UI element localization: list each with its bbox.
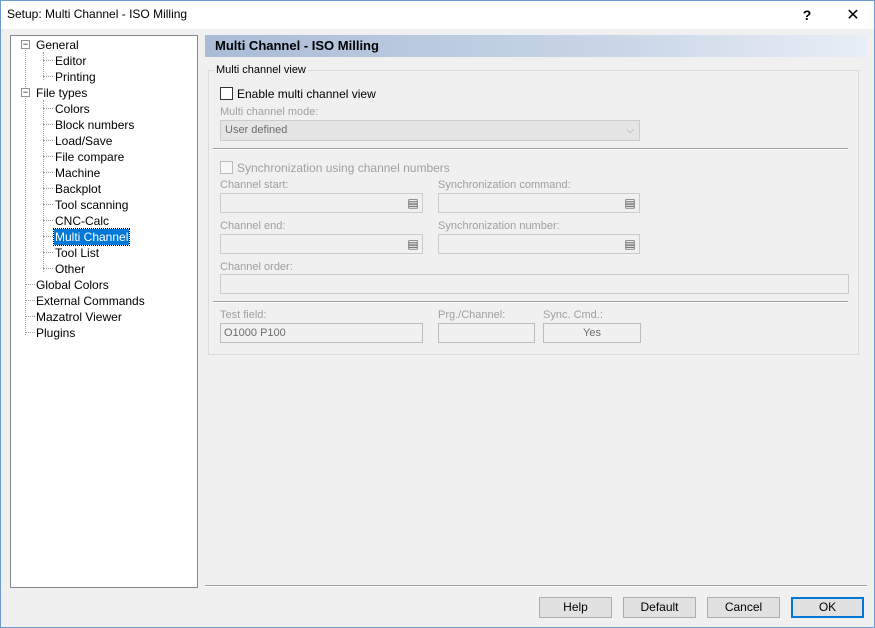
help-button[interactable]: Help — [539, 597, 612, 618]
tree-line — [43, 252, 53, 253]
tree-item-load-save[interactable]: Load/Save — [54, 133, 113, 149]
ok-button[interactable]: OK — [791, 597, 864, 618]
tree-item-colors[interactable]: Colors — [54, 101, 91, 117]
tree-item-cnc-calc[interactable]: CNC-Calc — [54, 213, 110, 229]
tree-line — [43, 268, 53, 269]
tree-line — [43, 76, 53, 77]
channel-start-field: ▤ — [220, 193, 423, 213]
tree-line — [43, 108, 53, 109]
cancel-button[interactable]: Cancel — [707, 597, 780, 618]
sync-command-field: ▤ — [438, 193, 640, 213]
tree-item-block-numbers[interactable]: Block numbers — [54, 117, 135, 133]
sync-number-field: ▤ — [438, 234, 640, 254]
title-bar: Setup: Multi Channel - ISO Milling ? ✕ — [1, 1, 874, 29]
tree-item-editor[interactable]: Editor — [54, 53, 87, 69]
tree-item-general[interactable]: General — [35, 37, 80, 53]
panel-title: Multi Channel - ISO Milling — [205, 35, 867, 57]
close-icon[interactable]: ✕ — [833, 1, 873, 29]
tree-item-file-types[interactable]: File types — [35, 85, 88, 101]
channel-order-label: Channel order: — [220, 261, 293, 273]
tree-line — [43, 204, 53, 205]
tree-line — [43, 172, 53, 173]
channel-start-label: Channel start: — [220, 179, 289, 191]
chevron-down-icon: ⌵ — [626, 125, 634, 136]
prg-channel-label: Prg./Channel: — [438, 309, 506, 321]
tree-line — [25, 284, 35, 285]
sync-command-label: Synchronization command: — [438, 179, 571, 191]
enable-multi-channel-label[interactable]: Enable multi channel view — [237, 87, 376, 101]
tree-item-plugins[interactable]: Plugins — [35, 325, 76, 341]
help-icon[interactable]: ? — [787, 1, 827, 29]
channel-order-field — [220, 274, 849, 294]
window-title: Setup: Multi Channel - ISO Milling — [7, 7, 188, 21]
separator — [213, 301, 848, 303]
edit-list-icon: ▤ — [407, 237, 419, 251]
sync-cmd-value: Yes — [583, 327, 601, 339]
tree-line — [43, 124, 53, 125]
tree-item-backplot[interactable]: Backplot — [54, 181, 102, 197]
sync-channel-label: Synchronization using channel numbers — [237, 161, 450, 175]
collapse-icon[interactable]: − — [21, 40, 30, 49]
tree-item-tool-scanning[interactable]: Tool scanning — [54, 197, 129, 213]
group-label: Multi channel view — [214, 64, 308, 76]
setup-dialog: Setup: Multi Channel - ISO Milling ? ✕ −… — [0, 0, 875, 628]
tree-line — [25, 332, 35, 333]
tree-line — [25, 316, 35, 317]
tree-item-multi-channel[interactable]: Multi Channel — [52, 228, 131, 246]
tree-line — [43, 60, 53, 61]
tree-item-printing[interactable]: Printing — [54, 69, 97, 85]
sync-cmd-field: Yes — [543, 323, 641, 343]
prg-channel-field — [438, 323, 535, 343]
mode-select: User defined ⌵ — [220, 120, 640, 141]
sync-cmd-label: Sync. Cmd.: — [543, 309, 603, 321]
tree-item-tool-list[interactable]: Tool List — [54, 245, 100, 261]
enable-multi-channel-checkbox[interactable] — [220, 87, 233, 100]
mode-select-value: User defined — [225, 124, 288, 136]
separator — [213, 148, 848, 150]
tree-line — [43, 188, 53, 189]
tree-item-file-compare[interactable]: File compare — [54, 149, 125, 165]
tree-item-external-commands[interactable]: External Commands — [35, 293, 146, 309]
edit-list-icon: ▤ — [624, 196, 636, 210]
tree-line — [43, 100, 44, 272]
tree-line — [43, 140, 53, 141]
tree-line — [43, 236, 53, 237]
mode-label: Multi channel mode: — [220, 106, 319, 118]
tree-line — [43, 156, 53, 157]
tree-item-mazatrol-viewer[interactable]: Mazatrol Viewer — [35, 309, 123, 325]
tree-item-global-colors[interactable]: Global Colors — [35, 277, 110, 293]
sync-channel-checkbox — [220, 161, 233, 174]
footer-separator — [205, 585, 867, 587]
edit-list-icon: ▤ — [624, 237, 636, 251]
tree-line — [43, 220, 53, 221]
settings-tree[interactable]: − − General Editor Printing File types C… — [10, 35, 198, 588]
collapse-icon[interactable]: − — [21, 88, 30, 97]
test-field-label: Test field: — [220, 309, 267, 321]
tree-line — [25, 300, 35, 301]
channel-end-field: ▤ — [220, 234, 423, 254]
test-field-input: O1000 P100 — [220, 323, 423, 343]
edit-list-icon: ▤ — [407, 196, 419, 210]
tree-item-machine[interactable]: Machine — [54, 165, 101, 181]
channel-end-label: Channel end: — [220, 220, 286, 232]
test-field-value: O1000 P100 — [224, 327, 286, 339]
tree-item-other[interactable]: Other — [54, 261, 86, 277]
default-button[interactable]: Default — [623, 597, 696, 618]
sync-number-label: Synchronization number: — [438, 220, 560, 232]
